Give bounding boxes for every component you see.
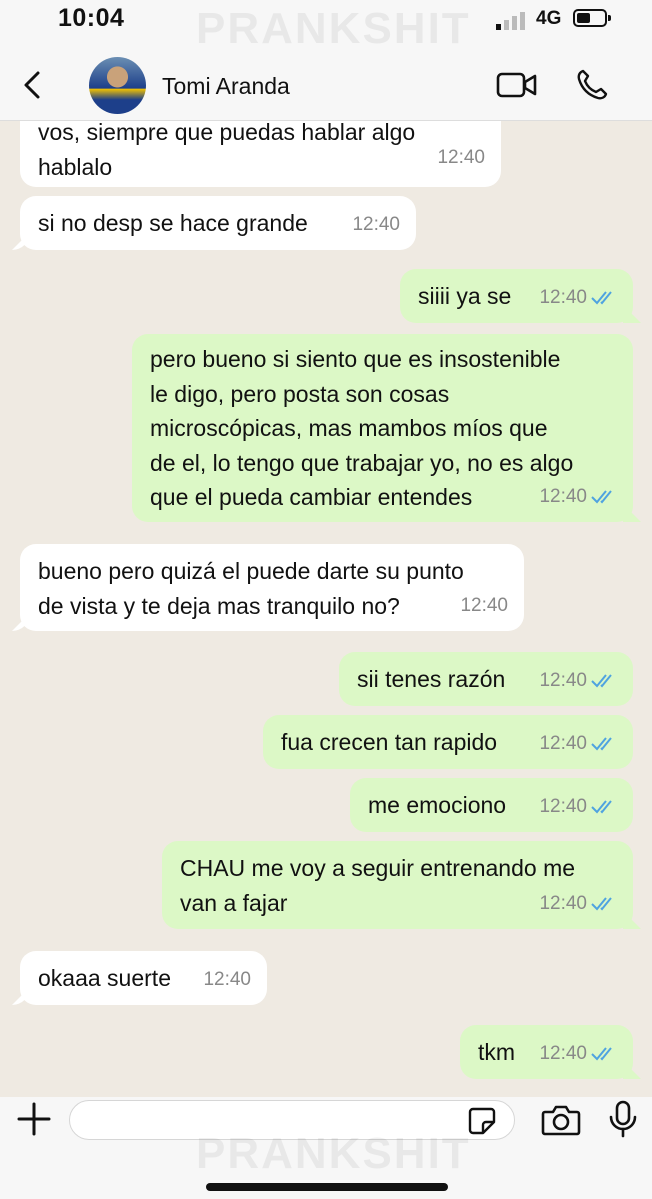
message-bubble-incoming: si no desp se hace grande 12:40 xyxy=(20,196,416,250)
message-meta: 12:40 xyxy=(539,727,617,762)
message-bubble-outgoing: CHAU me voy a seguir entrenando me van a… xyxy=(162,841,633,929)
double-check-icon xyxy=(591,737,612,751)
double-check-icon xyxy=(591,674,612,688)
double-check-icon xyxy=(591,897,612,911)
message-bubble-outgoing: me emociono 12:40 xyxy=(350,778,633,832)
message-time: 12:40 xyxy=(539,669,587,691)
chat-header: Tomi Aranda xyxy=(0,50,652,121)
signal-icon xyxy=(496,12,525,30)
message-text: vos, siempre que puedas hablar algo habl… xyxy=(38,121,416,180)
message-meta: 12:40 xyxy=(203,963,251,998)
message-bubble-outgoing: tkm 12:40 xyxy=(460,1025,633,1079)
message-meta: 12:40 xyxy=(539,480,617,515)
message-input[interactable] xyxy=(69,1100,515,1140)
message-time: 12:40 xyxy=(539,286,587,308)
message-meta: 12:40 xyxy=(539,281,617,316)
contact-name[interactable]: Tomi Aranda xyxy=(162,73,290,100)
message-bubble-outgoing: sii tenes razón 12:40 xyxy=(339,652,633,706)
status-time: 10:04 xyxy=(58,4,125,32)
message-meta: 12:40 xyxy=(352,208,400,243)
watermark-top: PRANKSHIT xyxy=(196,4,471,53)
video-call-icon[interactable] xyxy=(496,70,538,100)
message-bubble-outgoing: siiii ya se 12:40 xyxy=(400,269,633,323)
message-time: 12:40 xyxy=(539,795,587,817)
battery-icon xyxy=(573,9,611,27)
message-time: 12:40 xyxy=(539,732,587,754)
avatar[interactable] xyxy=(89,57,146,114)
message-text: si no desp se hace grande xyxy=(38,210,308,236)
double-check-icon xyxy=(591,291,612,305)
message-bubble-incoming: vos, siempre que puedas hablar algo habl… xyxy=(20,121,501,187)
message-meta: 12:40 xyxy=(437,141,485,176)
double-check-icon xyxy=(591,1047,612,1061)
message-bubble-incoming: bueno pero quizá el puede darte su punto… xyxy=(20,544,524,631)
message-time: 12:40 xyxy=(460,594,508,616)
chat-area[interactable]: vos, siempre que puedas hablar algo habl… xyxy=(0,121,652,1097)
network-type: 4G xyxy=(536,8,562,29)
sticker-icon[interactable] xyxy=(468,1107,496,1135)
message-time: 12:40 xyxy=(539,485,587,507)
message-bubble-outgoing: pero bueno si siento que es insostenible… xyxy=(132,334,633,522)
message-bubble-incoming: okaaa suerte 12:40 xyxy=(20,951,267,1005)
message-meta: 12:40 xyxy=(539,664,617,699)
double-check-icon xyxy=(591,800,612,814)
message-meta: 12:40 xyxy=(539,887,617,922)
camera-icon[interactable] xyxy=(541,1103,581,1137)
message-time: 12:40 xyxy=(539,892,587,914)
message-meta: 12:40 xyxy=(460,589,508,624)
message-meta: 12:40 xyxy=(539,1037,617,1072)
message-text: bueno pero quizá el puede darte su punto… xyxy=(38,558,464,619)
message-time: 12:40 xyxy=(539,1042,587,1064)
message-time: 12:40 xyxy=(203,968,251,990)
back-icon[interactable] xyxy=(18,70,48,100)
double-check-icon xyxy=(591,490,612,504)
microphone-icon[interactable] xyxy=(608,1100,638,1138)
message-meta: 12:40 xyxy=(539,790,617,825)
phone-icon[interactable] xyxy=(575,68,609,102)
message-time: 12:40 xyxy=(352,213,400,235)
plus-icon[interactable] xyxy=(16,1101,52,1137)
message-bubble-outgoing: fua crecen tan rapido 12:40 xyxy=(263,715,633,769)
status-bar: 10:04 PRANKSHIT 4G xyxy=(0,0,652,53)
message-time: 12:40 xyxy=(437,146,485,168)
home-indicator[interactable] xyxy=(206,1183,448,1191)
